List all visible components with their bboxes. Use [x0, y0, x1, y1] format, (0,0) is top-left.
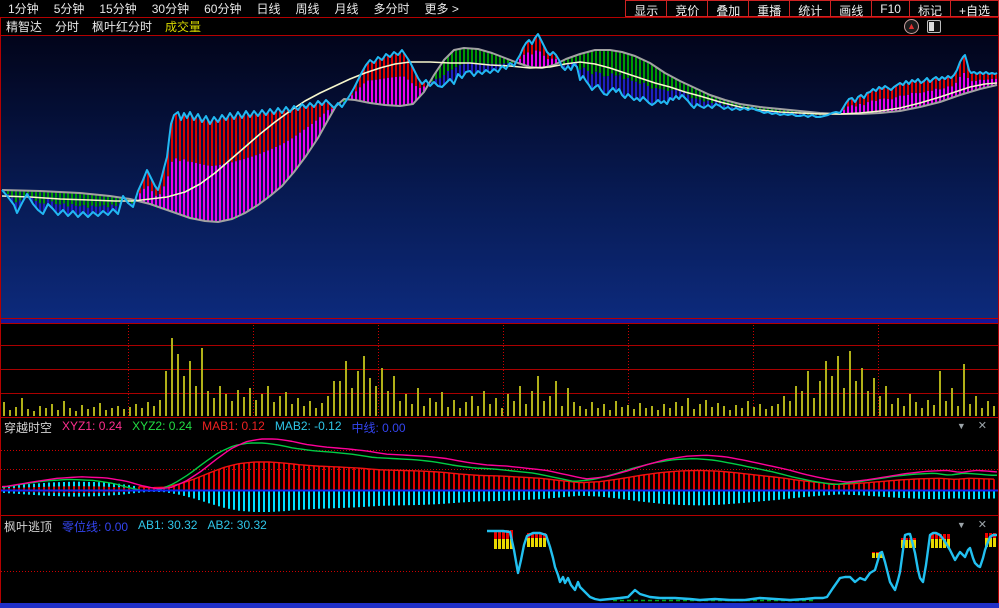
indicator-values: 零位线: 0.00 AB1: 30.32 AB2: 30.32	[62, 518, 267, 535]
indicator-field: MAB1: 0.12	[202, 419, 265, 433]
indicator-field: MAB2: -0.12	[274, 419, 342, 433]
pane-title: 穿越时空	[4, 421, 53, 435]
window-border-left	[0, 17, 1, 608]
crossing-pane-controls: ▼ ✕	[957, 419, 987, 432]
close-icon[interactable]: ✕	[978, 518, 987, 531]
bottom-strip	[0, 603, 999, 608]
indicator-values: XYZ1: 0.24 XYZ2: 0.24 MAB1: 0.12 MAB2: -0.1…	[62, 419, 406, 436]
indicator-field: XYZ2: 0.24	[132, 419, 193, 433]
indicator-field: AB2: 30.32	[207, 518, 267, 532]
escape-pane-header: 枫叶逃顶 零位线: 0.00 AB1: 30.32 AB2: 30.32	[4, 518, 267, 535]
indicator-field: AB1: 30.32	[138, 518, 198, 532]
indicator-field: XYZ1: 0.24	[62, 419, 123, 433]
indicator-field: 零位线: 0.00	[62, 520, 129, 534]
indicator-field: 中线: 0.00	[351, 421, 406, 435]
collapse-icon[interactable]: ▼	[957, 421, 966, 431]
close-icon[interactable]: ✕	[978, 419, 987, 432]
crossing-pane-header: 穿越时空 XYZ1: 0.24 XYZ2: 0.24 MAB1: 0.12 MAB2:…	[4, 419, 406, 436]
escape-pane-controls: ▼ ✕	[957, 518, 987, 531]
collapse-icon[interactable]: ▼	[957, 520, 966, 530]
pane-title: 枫叶逃顶	[4, 520, 53, 534]
chart-area[interactable]	[0, 0, 999, 608]
